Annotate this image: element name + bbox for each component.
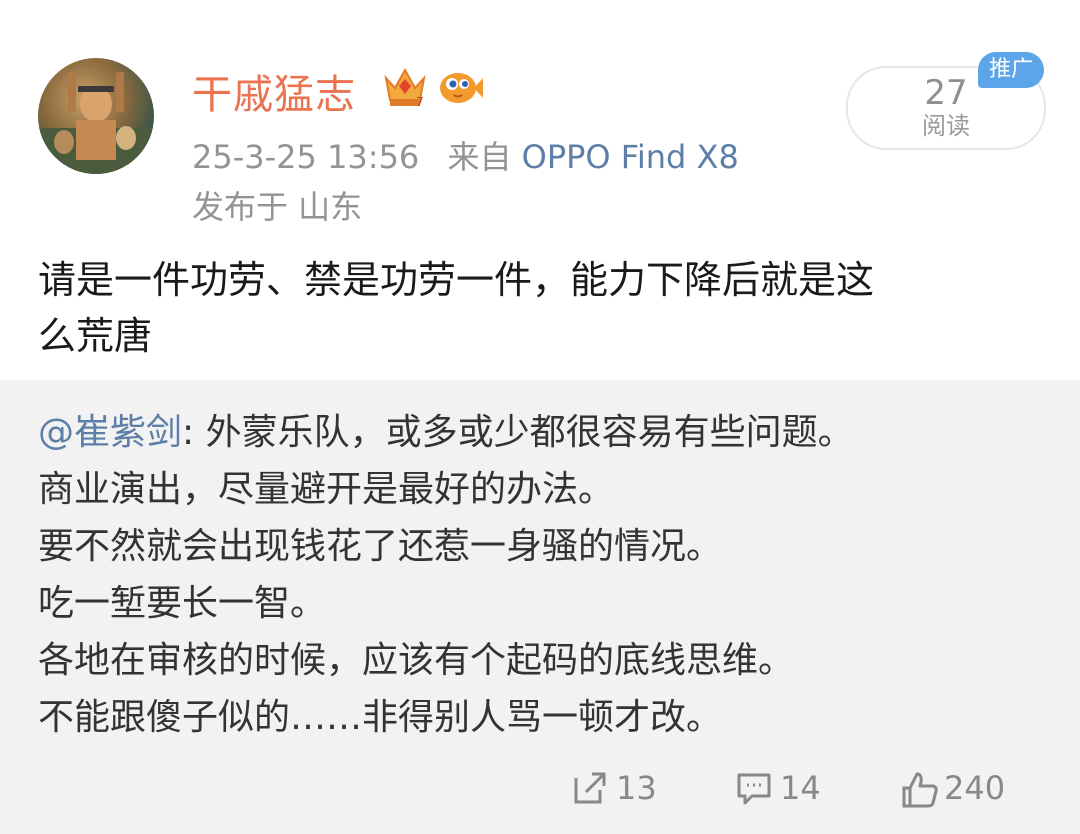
post-meta: 25-3-25 13:56 来自 OPPO Find X8: [192, 132, 739, 178]
comment-count: 14: [780, 769, 821, 807]
action-bar: 13 14 240: [0, 760, 1080, 816]
username[interactable]: 干戚猛志: [192, 62, 356, 120]
device-link[interactable]: OPPO Find X8: [522, 138, 739, 176]
quoted-post[interactable]: @崔紫剑: 外蒙乐队，或多或少都很容易有些问题。 商业演出，尽量避开是最好的办法…: [38, 404, 1048, 746]
post-text: 请是一件功劳、禁是功劳一件，能力下降后就是这 么荒唐: [38, 252, 1048, 364]
like-count: 240: [944, 769, 1006, 807]
quote-line: 不能跟傻子似的……非得别人骂一顿才改。: [38, 697, 723, 738]
thumbs-up-icon: [902, 772, 938, 808]
post-text-line: 么荒唐: [38, 314, 153, 358]
comment-button[interactable]: 14: [736, 766, 826, 810]
post-text-line: 请是一件功劳、禁是功劳一件，能力下降后就是这: [38, 258, 875, 302]
quote-line: 商业演出，尽量避开是最好的办法。: [38, 469, 615, 510]
fish-badge-icon[interactable]: [436, 64, 484, 108]
read-label: 阅读: [922, 112, 970, 140]
crown-badge-icon[interactable]: 7: [382, 64, 428, 108]
repost-icon: [574, 772, 606, 804]
mention-link[interactable]: @崔紫剑: [38, 412, 182, 453]
avatar[interactable]: [38, 58, 154, 174]
quote-line: 各地在审核的时候，应该有个起码的底线思维。: [38, 640, 795, 681]
post-timestamp: 25-3-25 13:56: [192, 138, 420, 176]
ad-badge: 推广: [978, 52, 1044, 88]
svg-text:7: 7: [416, 95, 424, 108]
quote-line: 要不然就会出现钱花了还惹一身骚的情况。: [38, 526, 723, 567]
repost-button[interactable]: 13: [572, 766, 662, 810]
quote-line: @崔紫剑: 外蒙乐队，或多或少都很容易有些问题。: [38, 404, 1048, 461]
quote-text: : 外蒙乐队，或多或少都很容易有些问题。: [182, 412, 854, 453]
weibo-post-card: 干戚猛志 7 25-3-25 13:56 来自 OPPO Find X8 发布于…: [0, 0, 1080, 834]
quote-line: 吃一堑要长一智。: [38, 583, 327, 624]
post-location: 发布于 山东: [192, 188, 363, 226]
source-prefix: 来自: [447, 138, 512, 176]
repost-count: 13: [616, 769, 657, 807]
comment-icon: [737, 773, 771, 805]
like-button[interactable]: 240: [900, 766, 1030, 810]
post-header-area: 干戚猛志 7 25-3-25 13:56 来自 OPPO Find X8 发布于…: [0, 0, 1080, 380]
